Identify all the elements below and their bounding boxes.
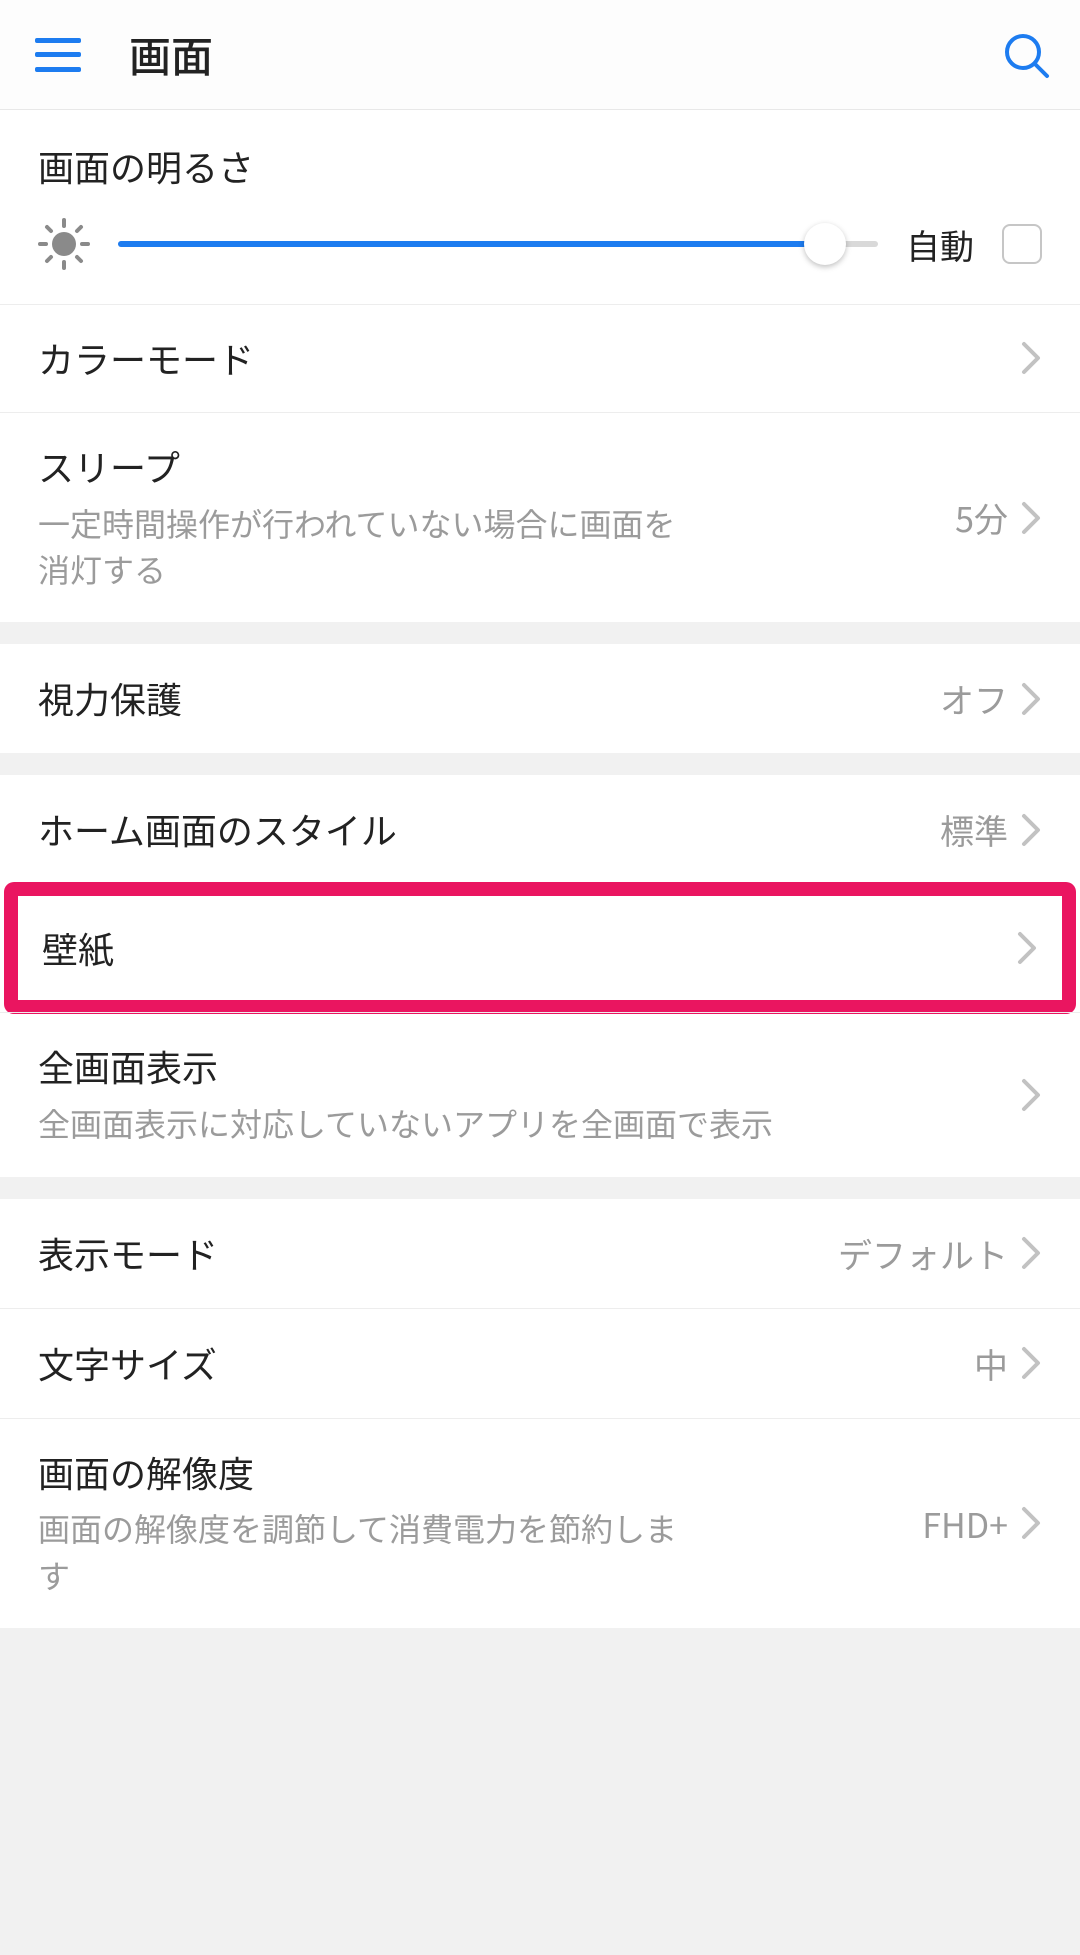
brightness-title: 画面の明るさ (38, 140, 1042, 192)
group-display: 画面の明るさ 自動 (0, 110, 1080, 622)
group-text: 表示モード デフォルト 文字サイズ 中 画面の解像度 画面の解像度を調節して消費… (0, 1199, 1080, 1629)
wallpaper-row[interactable]: 壁紙 (18, 896, 1062, 1000)
row-value: オフ (940, 674, 1008, 723)
row-title: 壁紙 (42, 925, 1016, 972)
row-title: 視力保護 (38, 675, 940, 722)
row-desc: 全画面表示に対応していないアプリを全画面で表示 (38, 1100, 1020, 1146)
brightness-row: 画面の明るさ 自動 (0, 110, 1080, 304)
search-icon (1002, 31, 1050, 79)
brightness-controls: 自動 (38, 218, 1042, 270)
fullscreen-row[interactable]: 全画面表示 全画面表示に対応していないアプリを全画面で表示 (0, 1012, 1080, 1176)
home-style-row[interactable]: ホーム画面のスタイル 標準 (0, 775, 1080, 884)
chevron-right-icon (1016, 930, 1038, 966)
row-value: 標準 (940, 805, 1008, 854)
page-title: 画面 (129, 24, 213, 85)
row-title: 全画面表示 (38, 1043, 1020, 1090)
chevron-right-icon (1020, 1345, 1042, 1381)
row-value: FHD+ (922, 1499, 1008, 1548)
row-title: ホーム画面のスタイル (38, 806, 940, 853)
group-home: ホーム画面のスタイル 標準 壁紙 全画面表示 全画面表示に対応していないアプリを… (0, 775, 1080, 1176)
slider-thumb[interactable] (804, 223, 846, 265)
chevron-right-icon (1020, 681, 1042, 717)
row-value: 5分 (955, 493, 1008, 542)
auto-brightness-label: 自動 (906, 220, 974, 269)
color-mode-row[interactable]: カラーモード (0, 304, 1080, 412)
chevron-right-icon (1020, 1235, 1042, 1271)
search-button[interactable] (1002, 31, 1050, 79)
row-value: 中 (974, 1339, 1008, 1388)
brightness-low-icon (38, 218, 90, 270)
settings-content: 画面の明るさ 自動 (0, 110, 1080, 1955)
app-header: 画面 (0, 0, 1080, 110)
chevron-right-icon (1020, 812, 1042, 848)
row-desc: 画面の解像度を調節して消費電力を節約します (38, 1505, 678, 1598)
brightness-slider[interactable] (118, 224, 878, 264)
text-size-row[interactable]: 文字サイズ 中 (0, 1308, 1080, 1418)
row-title: スリープ (38, 443, 955, 490)
menu-icon[interactable] (35, 38, 81, 72)
row-title: 表示モード (38, 1230, 838, 1277)
resolution-row[interactable]: 画面の解像度 画面の解像度を調節して消費電力を節約します FHD+ (0, 1418, 1080, 1629)
view-mode-row[interactable]: 表示モード デフォルト (0, 1199, 1080, 1308)
sleep-row[interactable]: スリープ 一定時間操作が行われていない場合に画面を消灯する 5分 (0, 412, 1080, 623)
chevron-right-icon (1020, 1077, 1042, 1113)
chevron-right-icon (1020, 340, 1042, 376)
row-title: 文字サイズ (38, 1340, 974, 1387)
row-value: デフォルト (838, 1229, 1008, 1278)
chevron-right-icon (1020, 1505, 1042, 1541)
row-title: カラーモード (38, 335, 1020, 382)
chevron-right-icon (1020, 500, 1042, 536)
row-desc: 一定時間操作が行われていない場合に画面を消灯する (38, 500, 678, 593)
slider-fill (118, 241, 825, 247)
auto-brightness-checkbox[interactable] (1002, 224, 1042, 264)
eye-comfort-row[interactable]: 視力保護 オフ (0, 644, 1080, 753)
wallpaper-highlight: 壁紙 (4, 882, 1076, 1014)
group-eye: 視力保護 オフ (0, 644, 1080, 753)
row-title: 画面の解像度 (38, 1449, 922, 1496)
